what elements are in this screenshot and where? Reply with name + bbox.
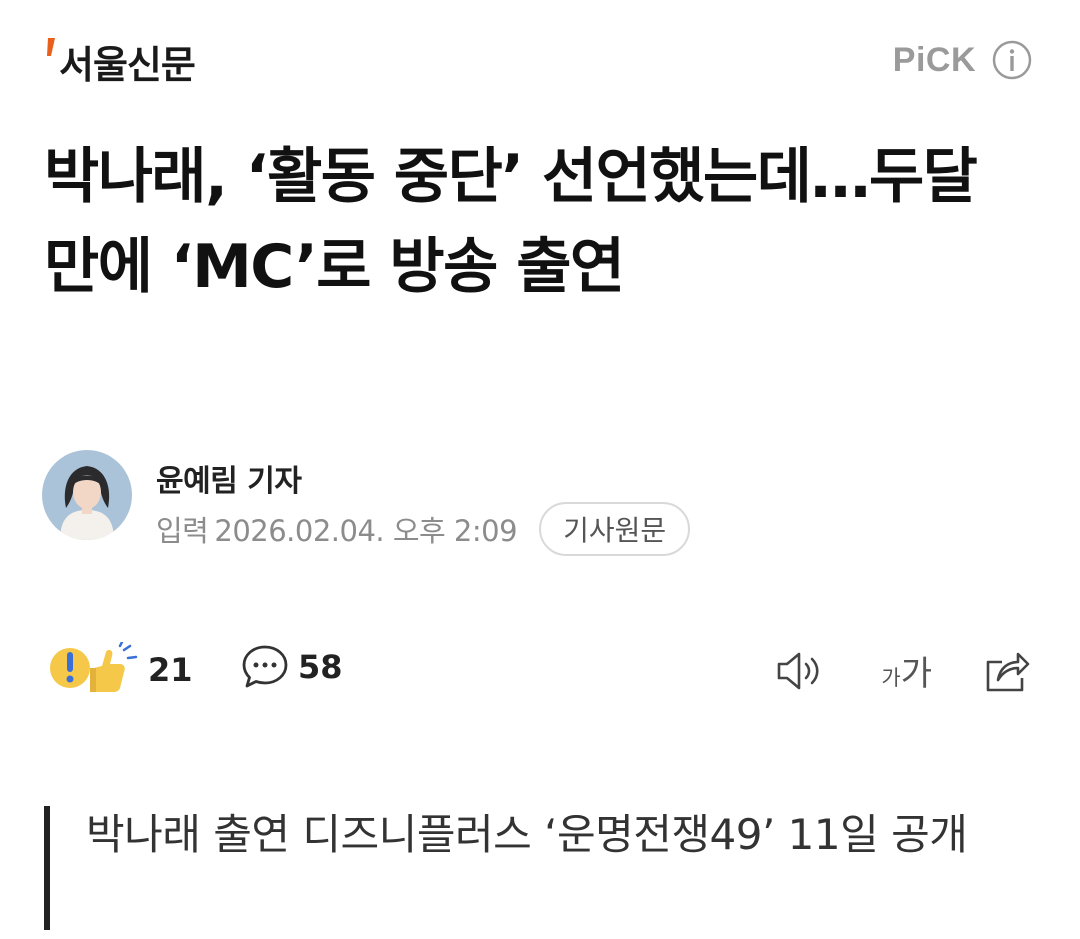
font-size-small-label: 가 (881, 666, 901, 690)
reaction-icon (50, 642, 138, 692)
reporter-avatar[interactable] (42, 450, 132, 540)
font-size-button[interactable]: 가 가 (881, 646, 932, 695)
speaker-icon[interactable] (773, 648, 825, 694)
reaction-button[interactable]: 21 (48, 642, 193, 698)
publish-date: 입력 2026.02.04. 오후 2:09 기사원문 (156, 502, 691, 556)
date-label: 입력 (156, 514, 209, 548)
publisher-name: 서울신문 (59, 43, 196, 87)
byline: 윤예림 기자 입력 2026.02.04. 오후 2:09 기사원문 (42, 450, 782, 556)
article-subheading: 박나래 출연 디즈니플러스 ‘운명전쟁49’ 11일 공개 (44, 806, 1024, 934)
subheading-text: 박나래 출연 디즈니플러스 ‘운명전쟁49’ 11일 공개 (86, 810, 968, 859)
pick-badge[interactable]: PiCK (893, 40, 1032, 80)
share-icon[interactable] (982, 648, 1032, 694)
comment-button[interactable]: 58 (240, 642, 343, 692)
article-headline: 박나래, ‘활동 중단’ 선언했는데…두달 만에 ‘MC’로 방송 출연 (44, 142, 978, 302)
font-size-large-label: 가 (900, 654, 932, 694)
avatar-image (42, 450, 132, 540)
reporter-name[interactable]: 윤예림 기자 (156, 456, 302, 500)
original-article-button[interactable]: 기사원문 (539, 502, 691, 556)
logo-accent-icon (47, 38, 55, 56)
article-tools: 가 가 (773, 646, 1032, 695)
pick-label: PiCK (892, 40, 976, 79)
publisher-logo[interactable]: 서울신문 (46, 34, 196, 89)
date-value: 2026.02.04. 오후 2:09 (214, 514, 518, 548)
subheading-bar (44, 806, 50, 930)
comment-count: 58 (298, 648, 343, 686)
info-icon[interactable] (992, 40, 1032, 80)
action-bar: 21 58 가 가 (48, 640, 1032, 700)
header: 서울신문 PiCK (46, 30, 1032, 90)
comment-icon (242, 645, 288, 688)
reaction-count: 21 (148, 651, 193, 689)
